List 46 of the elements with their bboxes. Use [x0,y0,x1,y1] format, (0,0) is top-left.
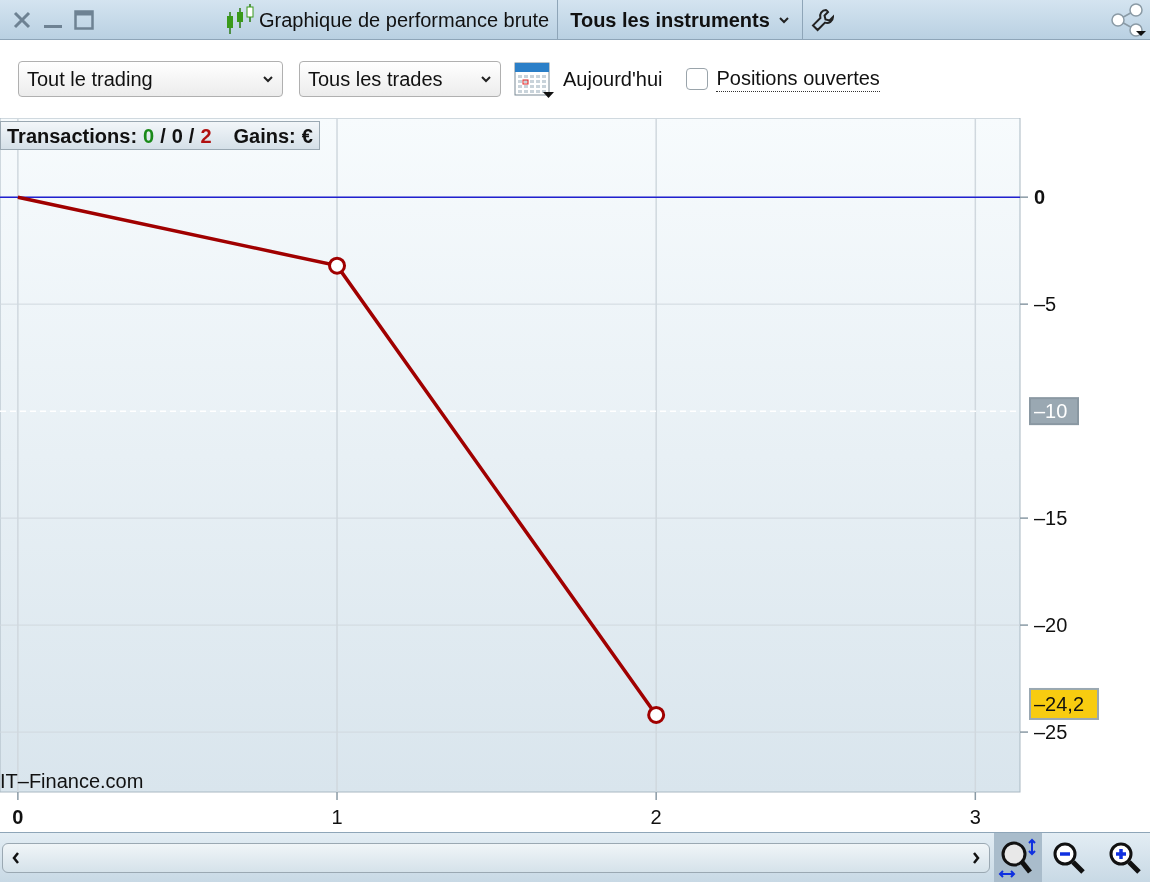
trading-scope-select[interactable]: Tout le trading [18,61,283,97]
close-icon[interactable] [12,9,32,30]
scroll-right-icon[interactable] [971,850,981,865]
data-point [328,256,346,275]
candlestick-icon [225,3,255,36]
y-tick-label: –5 [1034,293,1057,316]
trades-select[interactable]: Tous les trades [299,61,501,97]
zoom-fit-icon [998,837,1038,878]
credit-text: IT–Finance.com [0,769,144,794]
gains-value: € [301,123,313,149]
ref-line-label: –10 [1034,400,1068,423]
last-value-label: –24,2 [1029,687,1099,720]
chevron-down-icon [777,15,790,24]
even-count: 0 [171,123,183,149]
maximize-icon[interactable] [74,9,94,30]
chevron-down-icon [262,75,274,83]
y-tick-label: –25 [1034,721,1068,744]
x-tick-label: 3 [969,806,981,828]
y-tick-label: 0 [1034,186,1046,209]
transactions-label: Transactions: [7,123,138,149]
instruments-dropdown[interactable]: Tous les instruments [558,0,803,39]
wrench-icon[interactable] [810,7,835,32]
data-point [647,705,666,724]
separator: / [188,123,195,149]
separator: / [160,123,166,149]
share-icon[interactable] [1110,2,1146,37]
open-positions-label[interactable]: Positions ouvertes [716,66,880,92]
crosshair-value-label: –10 [1029,397,1079,426]
chevron-down-icon [480,75,492,83]
wins-count: 0 [143,123,155,149]
auto-zoom-button[interactable] [994,833,1042,882]
y-tick-label: –20 [1034,614,1068,637]
x-tick-label: 1 [331,806,343,828]
x-tick-label: 0 [12,806,24,828]
gains-label: Gains: [233,123,296,149]
window-title: Graphique de performance brute [259,7,550,33]
date-label[interactable]: Aujourd'hui [563,64,663,94]
open-positions-checkbox[interactable] [686,68,709,90]
x-tick-label: 2 [650,806,662,828]
zoom-in-icon[interactable] [1108,840,1142,875]
zoom-out-icon[interactable] [1052,840,1086,875]
y-tick-label: –15 [1034,507,1068,530]
horizontal-scrollbar[interactable] [2,842,990,873]
calendar-icon[interactable] [513,59,555,99]
losses-count: 2 [200,123,212,149]
scroll-left-icon[interactable] [11,850,21,865]
